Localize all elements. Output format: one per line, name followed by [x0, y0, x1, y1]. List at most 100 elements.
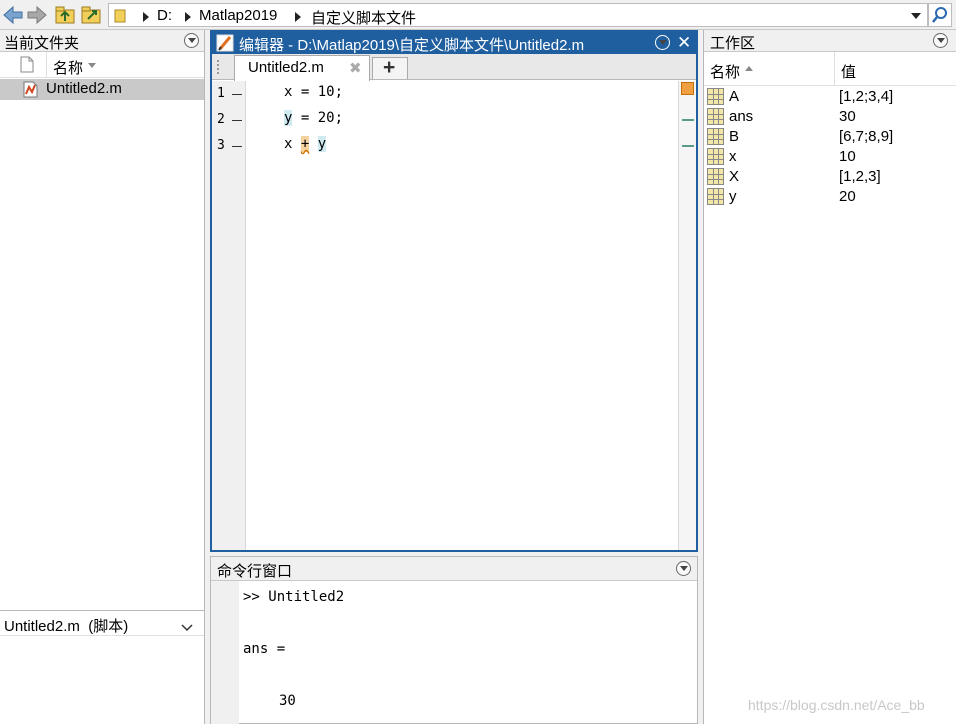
command-gutter [211, 581, 239, 724]
line-number-gutter: 1 2 3 [212, 81, 246, 550]
current-folder-header: 当前文件夹 [0, 30, 204, 52]
workspace-variable-row[interactable]: x 10 [704, 147, 956, 167]
workspace-variable-row[interactable]: B [6,7;8,9] [704, 127, 956, 147]
command-output: 30 [279, 693, 296, 709]
code-token: x [284, 136, 301, 152]
variable-value: [6,7;8,9] [839, 128, 894, 145]
folder-icon [114, 8, 126, 26]
command-window-header: 命令行窗口 [211, 557, 697, 581]
editor-tab-strip: Untitled2.m ✖ + [212, 54, 696, 81]
workspace-variable-row[interactable]: ans 30 [704, 107, 956, 127]
line-number: 1 [217, 86, 225, 101]
file-list-header: 名称 [0, 52, 204, 78]
panel-menu-icon[interactable] [184, 33, 199, 48]
breakpoint-dash[interactable] [232, 146, 242, 147]
file-list-item[interactable]: Untitled2.m [0, 79, 204, 100]
variable-grid-icon [707, 88, 724, 105]
command-output: ans = [243, 641, 286, 657]
code-line-2: y = 20; [284, 110, 343, 126]
workspace-column-header: 名称 值 [704, 52, 956, 86]
line-number: 2 [217, 112, 225, 127]
warning-indicator-icon[interactable] [681, 82, 694, 95]
workspace-variable-row[interactable]: A [1,2;3,4] [704, 87, 956, 107]
new-tab-button[interactable]: + [372, 56, 408, 79]
variable-name: A [729, 88, 740, 105]
variable-value: 10 [839, 148, 856, 165]
close-tab-icon[interactable]: ✖ [349, 59, 362, 77]
search-button[interactable] [928, 3, 952, 27]
browse-folder-icon[interactable] [80, 4, 102, 26]
close-icon[interactable]: ✕ [677, 33, 691, 53]
line-number: 3 [217, 138, 225, 153]
variable-grid-icon [707, 108, 724, 125]
workspace-variable-row[interactable]: X [1,2,3] [704, 167, 956, 187]
message-bar [678, 81, 696, 550]
file-type-icon [20, 56, 34, 76]
code-token: = 10; [292, 84, 344, 100]
plus-icon: + [383, 56, 396, 79]
code-editor[interactable]: x = 10; y = 20; x + y [247, 81, 677, 550]
column-header-name[interactable]: 名称 [53, 57, 83, 78]
forward-icon[interactable] [26, 4, 48, 26]
chevron-down-icon[interactable] [181, 619, 193, 635]
matlab-script-icon [23, 81, 39, 101]
breadcrumb-arrow-icon [295, 12, 301, 22]
breadcrumb-folder[interactable]: Matlap2019 [199, 7, 277, 24]
editor-icon [216, 34, 234, 55]
address-bar: D: Matlap2019 自定义脚本文件 [0, 0, 956, 30]
breadcrumb-subfolder[interactable]: 自定义脚本文件 [311, 7, 416, 28]
details-label: Untitled2.m (脚本) [4, 618, 129, 635]
column-header-value[interactable]: 值 [841, 61, 856, 82]
variable-name: X [729, 168, 740, 185]
chevron-down-icon[interactable] [911, 13, 921, 19]
variable-name: ans [729, 108, 754, 125]
code-token: y [317, 136, 327, 152]
column-divider [834, 52, 835, 86]
panel-menu-icon[interactable] [676, 561, 691, 576]
editor-title: 编辑器 - D:\Matlap2019\自定义脚本文件\Untitled2.m [239, 37, 585, 54]
path-field[interactable]: D: Matlap2019 自定义脚本文件 [108, 3, 928, 27]
column-divider [46, 52, 47, 78]
tab-untitled2[interactable]: Untitled2.m ✖ [234, 55, 370, 81]
variable-name: B [729, 128, 740, 145]
breadcrumb-arrow-icon [143, 12, 149, 22]
breadcrumb-drive[interactable]: D: [157, 7, 172, 24]
code-token: = 20; [292, 110, 344, 126]
variable-name: x [729, 148, 737, 165]
variable-grid-icon [707, 168, 724, 185]
variable-name: y [729, 188, 737, 205]
tab-label: Untitled2.m [248, 59, 324, 76]
file-details-bar[interactable]: Untitled2.m (脚本) [0, 610, 204, 636]
breadcrumb-arrow-icon [185, 12, 191, 22]
current-folder-panel: 当前文件夹 名称 Untitled2.m Untitled2.m (脚本) [0, 30, 205, 724]
workspace-header: 工作区 [704, 30, 956, 52]
sort-down-icon [88, 63, 96, 68]
column-header-name[interactable]: 名称 [710, 61, 740, 82]
panel-title: 当前文件夹 [4, 35, 80, 52]
drag-handle-icon[interactable] [217, 60, 219, 74]
breakpoint-dash[interactable] [232, 94, 242, 95]
code-line-3: x + y [284, 136, 327, 152]
workspace-variable-row[interactable]: y 20 [704, 187, 956, 207]
variable-grid-icon [707, 148, 724, 165]
command-line: >> Untitled2 [243, 589, 345, 605]
variable-value: 20 [839, 188, 856, 205]
up-folder-icon[interactable] [54, 4, 76, 26]
code-line-1: x = 10; [284, 84, 343, 100]
variable-value: [1,2;3,4] [839, 88, 894, 105]
panel-title: 命令行窗口 [217, 563, 293, 580]
file-name: Untitled2.m [46, 80, 122, 97]
panel-menu-icon[interactable] [655, 35, 670, 50]
warning-marker[interactable] [682, 119, 694, 121]
sort-up-icon [745, 66, 753, 71]
workspace-panel: 工作区 名称 值 A [1,2;3,4] ans 30 B [6,7;8,9] … [703, 30, 956, 724]
search-icon [932, 7, 947, 23]
panel-menu-icon[interactable] [933, 33, 948, 48]
panel-title: 工作区 [710, 35, 756, 52]
variable-value: [1,2,3] [839, 168, 881, 185]
warning-marker[interactable] [682, 145, 694, 147]
variable-grid-icon [707, 188, 724, 205]
breakpoint-dash[interactable] [232, 120, 242, 121]
back-icon[interactable] [2, 4, 24, 26]
command-window-panel: 命令行窗口 >> Untitled2 ans = 30 [210, 556, 698, 724]
